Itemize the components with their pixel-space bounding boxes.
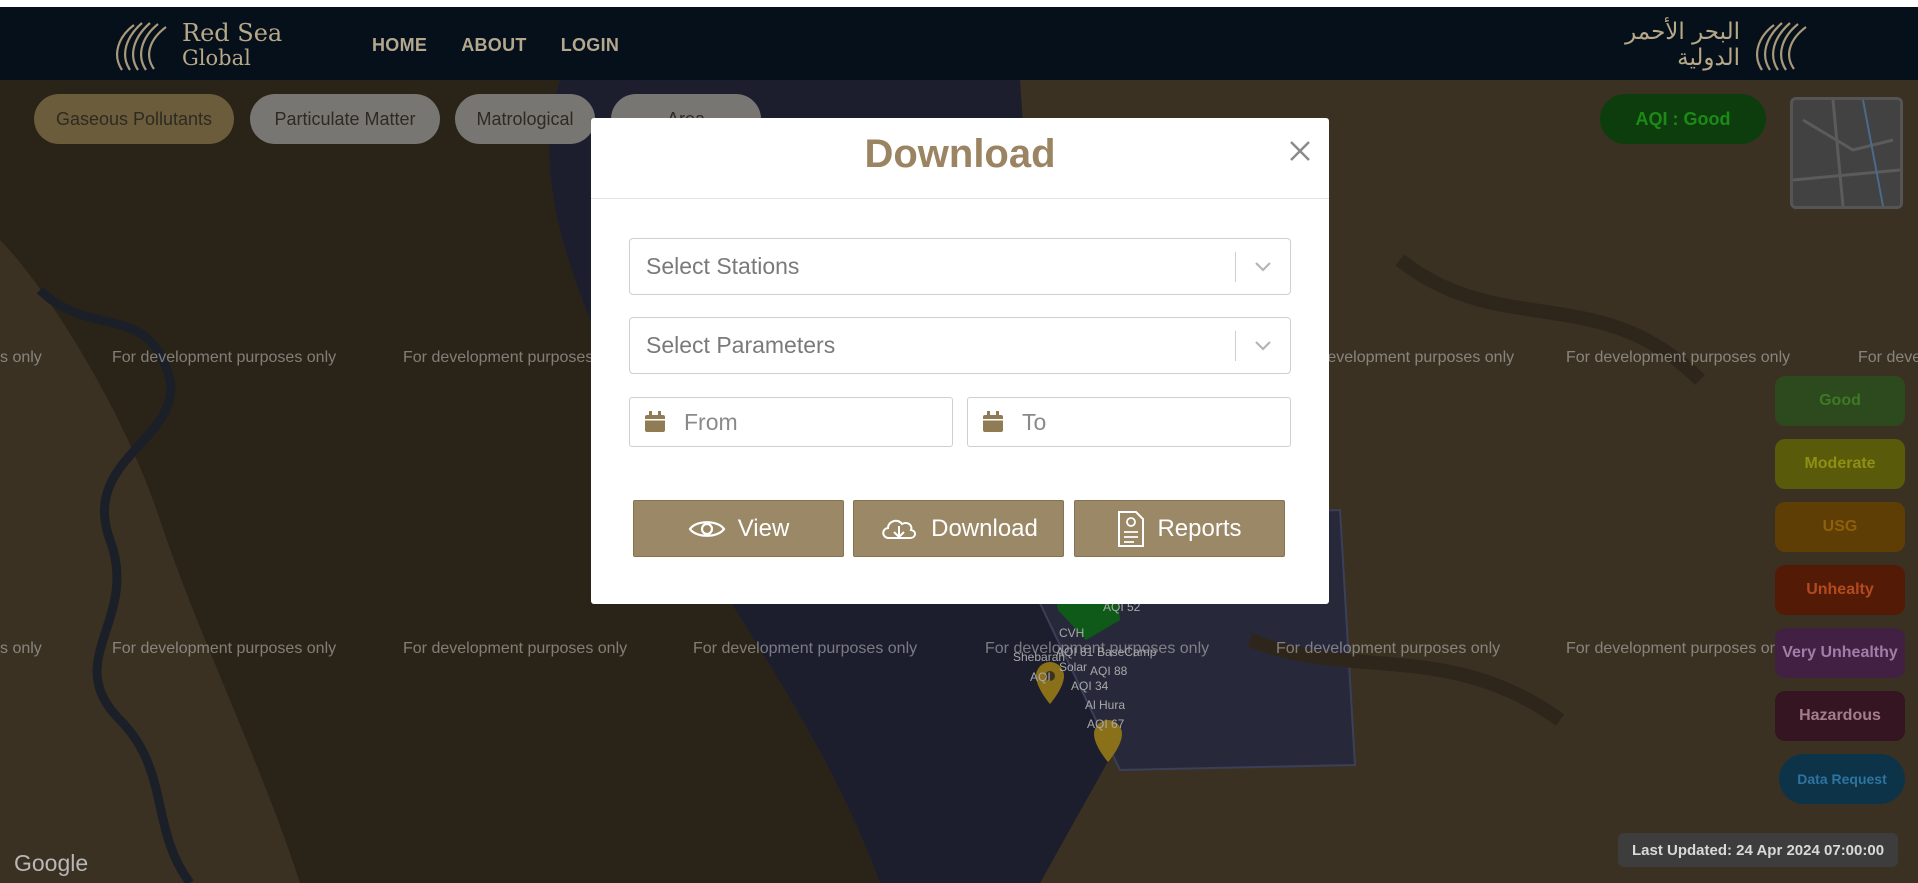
marker-label: Shebarah bbox=[1013, 650, 1066, 664]
calendar-icon bbox=[630, 398, 680, 446]
marker-label: Al Hura bbox=[1085, 698, 1126, 712]
top-strip bbox=[0, 0, 1918, 7]
data-request-button[interactable]: Data Request bbox=[1779, 754, 1905, 804]
watermark: For development purposes only bbox=[1566, 640, 1791, 657]
legend-unhealthy: Unhealty bbox=[1775, 565, 1905, 615]
arabic-wordmark: البحر الأحمر الدولية bbox=[1625, 19, 1740, 72]
reports-button[interactable]: Reports bbox=[1074, 500, 1285, 557]
watermark: For development purposes only bbox=[1566, 349, 1791, 366]
google-attribution: Google bbox=[14, 850, 89, 876]
report-document-icon bbox=[1118, 510, 1145, 547]
nav-login[interactable]: LOGIN bbox=[561, 35, 620, 56]
red-sea-global-logo[interactable]: Red Sea Global bbox=[108, 15, 282, 75]
cloud-download-icon bbox=[882, 519, 917, 539]
filter-gaseous-pollutants[interactable]: Gaseous Pollutants bbox=[34, 94, 234, 144]
from-date-placeholder: From bbox=[684, 408, 738, 435]
watermark: s only bbox=[0, 349, 42, 366]
legend-moderate: Moderate bbox=[1775, 439, 1905, 489]
aqi-status-badge: AQI : Good bbox=[1600, 94, 1766, 144]
select-stations-placeholder: Select Stations bbox=[646, 253, 800, 279]
watermark: s only bbox=[0, 640, 42, 657]
watermark: For development purposes only bbox=[112, 349, 337, 366]
close-icon[interactable] bbox=[1285, 136, 1315, 166]
marker-label: AQI 67 bbox=[1087, 717, 1125, 731]
eye-icon bbox=[688, 520, 726, 537]
marker-label: CVH bbox=[1059, 626, 1085, 640]
to-date-input[interactable]: To bbox=[967, 397, 1291, 447]
logo-mark-icon bbox=[116, 22, 167, 71]
filter-particulate-matter[interactable]: Particulate Matter bbox=[250, 94, 440, 144]
nav-about[interactable]: ABOUT bbox=[461, 35, 527, 56]
select-stations-dropdown[interactable]: Select Stations bbox=[629, 238, 1291, 295]
legend-very-unhealthy: Very Unhealthy bbox=[1775, 628, 1905, 678]
site-header: Red Sea Global HOME ABOUT LOGIN البحر ال… bbox=[0, 7, 1918, 80]
logo-mark-arabic-icon bbox=[1756, 22, 1807, 71]
legend-usg: USG bbox=[1775, 502, 1905, 552]
minimap-roads bbox=[1793, 100, 1900, 206]
logo-line-1: Red Sea bbox=[182, 19, 283, 48]
marker-label: BaseCamp bbox=[1097, 645, 1157, 659]
legend-good: Good bbox=[1775, 376, 1905, 426]
nav-home[interactable]: HOME bbox=[372, 35, 427, 56]
modal-title: Download bbox=[864, 132, 1056, 176]
reports-button-label: Reports bbox=[1157, 514, 1242, 542]
select-parameters-dropdown[interactable]: Select Parameters bbox=[629, 317, 1291, 374]
select-parameters-placeholder: Select Parameters bbox=[646, 332, 836, 358]
minimap[interactable] bbox=[1790, 97, 1903, 209]
legend-hazardous: Hazardous bbox=[1775, 691, 1905, 741]
watermark: For development purposes only bbox=[1276, 640, 1501, 657]
chevron-down-icon[interactable] bbox=[1236, 317, 1290, 374]
chevron-down-icon[interactable] bbox=[1236, 238, 1290, 295]
calendar-icon bbox=[968, 398, 1018, 446]
marker-label: AQI bbox=[1030, 670, 1051, 684]
logo-wordmark: Red Sea Global bbox=[182, 19, 283, 70]
download-button-label: Download bbox=[931, 514, 1038, 542]
download-modal: Download Select Stations Select Paramete… bbox=[591, 118, 1329, 604]
logo-line-2: Global bbox=[182, 45, 251, 70]
watermark: For development purposes only bbox=[112, 640, 337, 657]
to-date-placeholder: To bbox=[1022, 408, 1047, 435]
filter-meteorological[interactable]: Matrological bbox=[455, 94, 595, 144]
last-updated-label: Last Updated: 24 Apr 2024 07:00:00 bbox=[1618, 833, 1899, 867]
view-button[interactable]: View bbox=[633, 500, 844, 557]
watermark: For development purposes only bbox=[693, 640, 918, 657]
arabic-line-2: الدولية bbox=[1677, 45, 1740, 71]
watermark: For development purposes only bbox=[403, 640, 628, 657]
watermark: For deve bbox=[1858, 349, 1918, 366]
marker-label: AQI 34 bbox=[1071, 679, 1109, 693]
marker-label: AQI 88 bbox=[1090, 664, 1128, 678]
modal-header: Download bbox=[591, 118, 1329, 199]
download-button[interactable]: Download bbox=[853, 500, 1064, 557]
view-button-label: View bbox=[737, 514, 790, 542]
from-date-input[interactable]: From bbox=[629, 397, 953, 447]
arabic-logo[interactable]: البحر الأحمر الدولية bbox=[1625, 15, 1814, 75]
main-nav: HOME ABOUT LOGIN bbox=[372, 35, 619, 56]
arabic-line-1: البحر الأحمر bbox=[1625, 18, 1740, 45]
